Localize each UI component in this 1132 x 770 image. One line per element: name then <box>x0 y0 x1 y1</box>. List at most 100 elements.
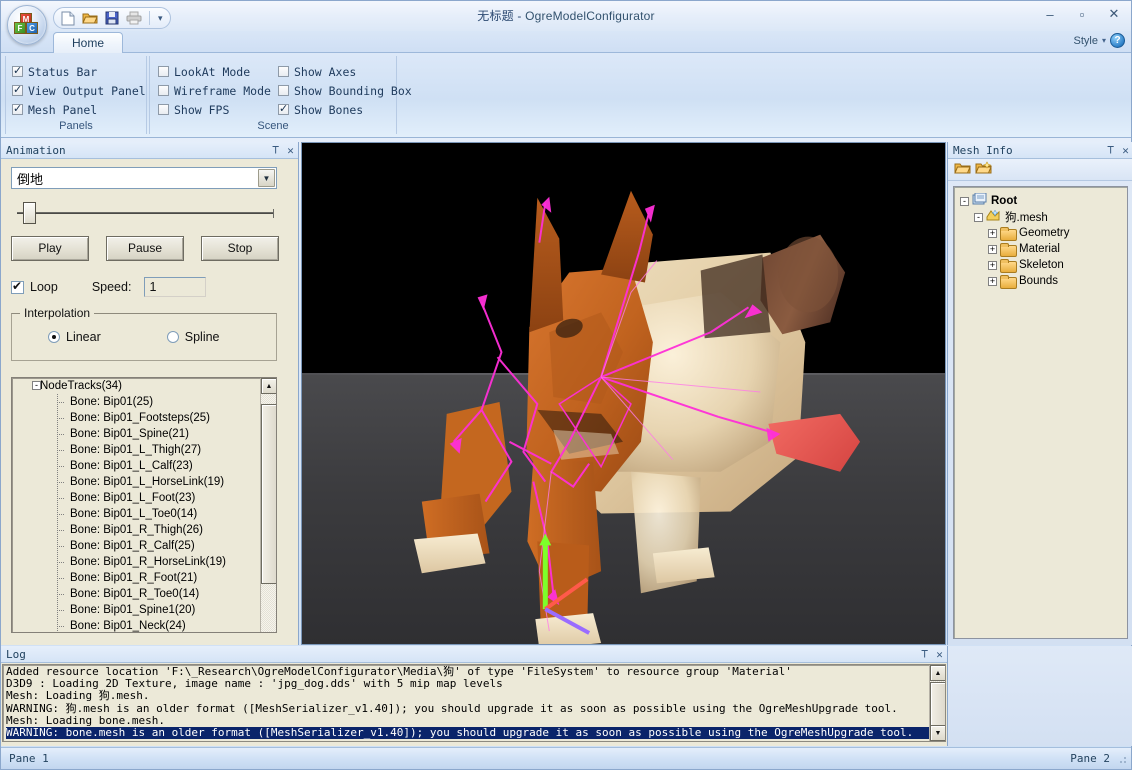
minimize-button[interactable]: – <box>1039 5 1061 23</box>
style-label[interactable]: Style <box>1074 35 1098 47</box>
radio-linear[interactable]: Linear <box>48 330 101 344</box>
expander-icon[interactable]: - <box>32 381 41 390</box>
radio-spline[interactable]: Spline <box>166 330 220 344</box>
checkbox-show-bones-label: Show Bones <box>294 102 364 117</box>
tree-root-nodetracks[interactable]: - NodeTracks(34) <box>12 378 260 394</box>
mesh-tree-item[interactable]: + Bounds <box>956 273 1127 289</box>
tree-item-bone[interactable]: Bone: Bip01_Footsteps(25) <box>12 410 260 426</box>
close-icon[interactable]: ✕ <box>1118 144 1132 157</box>
new-folder-icon[interactable] <box>975 161 992 178</box>
resize-grip-icon[interactable] <box>1116 752 1128 765</box>
new-document-icon[interactable] <box>58 9 78 27</box>
log-lines-container: Added resource location 'F:\_Research\Og… <box>3 665 929 741</box>
pin-icon[interactable] <box>917 647 932 661</box>
tree-item-bone[interactable]: Bone: Bip01_L_Calf(23) <box>12 458 260 474</box>
tree-item-bone[interactable]: Bone: Bip01_Spine(21) <box>12 426 260 442</box>
checkbox-wireframe-mode[interactable]: Wireframe Mode <box>158 81 271 100</box>
mesh-tree-item[interactable]: + Material <box>956 241 1127 257</box>
scroll-thumb[interactable] <box>261 404 276 584</box>
application-menu-button[interactable]: M F C <box>7 5 47 45</box>
tab-home[interactable]: Home <box>53 32 124 53</box>
expander-icon[interactable]: + <box>988 260 997 270</box>
close-button[interactable]: ✕ <box>1103 5 1125 23</box>
checkbox-mesh-panel-box[interactable] <box>12 102 23 115</box>
checkbox-show-bounding-box-box[interactable] <box>278 85 289 96</box>
log-scrollbar[interactable]: ▲ ▼ <box>929 665 945 741</box>
tree-item-bone[interactable]: Bone: Bip01_R_Foot(21) <box>12 570 260 586</box>
checkbox-view-output-panel[interactable]: View Output Panel <box>12 81 146 100</box>
checkbox-show-axes-box[interactable] <box>278 66 289 77</box>
tree-item-bone[interactable]: Bone: Bip01_R_HorseLink(19) <box>12 554 260 570</box>
radio-spline-dot[interactable] <box>166 331 179 343</box>
pause-button[interactable]: Pause <box>106 236 184 261</box>
speed-input[interactable]: 1 <box>144 277 207 297</box>
tree-item-bone[interactable]: Bone: Bip01_L_Foot(23) <box>12 490 260 506</box>
slider-thumb[interactable] <box>23 202 36 224</box>
log-line[interactable]: WARNING: 狗.mesh is an older format ([Mes… <box>6 702 929 715</box>
3d-render-viewport[interactable] <box>301 142 946 645</box>
checkbox-status-bar-box[interactable] <box>12 64 23 77</box>
log-line-selected[interactable]: WARNING: bone.mesh is an older format ([… <box>6 726 929 740</box>
open-folder-icon[interactable] <box>954 161 971 178</box>
qat-overflow-button[interactable]: ▾ <box>155 13 166 24</box>
tree-item-bone[interactable]: Bone: Bip01(25) <box>12 394 260 410</box>
checkbox-show-bones-box[interactable] <box>278 102 289 115</box>
tree-item-bone[interactable]: Bone: Bip01_R_Toe0(14) <box>12 586 260 602</box>
animation-time-slider[interactable] <box>11 202 277 224</box>
tree-item-bone[interactable]: Bone: Bip01_R_Calf(25) <box>12 538 260 554</box>
mesh-tree-item[interactable]: - 狗.mesh <box>956 209 1127 225</box>
expander-icon[interactable]: + <box>988 228 997 238</box>
maximize-button[interactable]: ▫ <box>1071 5 1093 23</box>
expander-icon[interactable]: - <box>974 212 983 222</box>
pin-icon[interactable] <box>268 143 283 157</box>
radio-linear-dot[interactable] <box>48 331 60 343</box>
node-tracks-tree[interactable]: - NodeTracks(34) Bone: Bip01(25) Bone: Bi… <box>11 377 277 633</box>
checkbox-lookat-mode[interactable]: LookAt Mode <box>158 62 271 81</box>
tree-scrollbar[interactable]: ▲ <box>260 378 276 632</box>
scroll-up-button[interactable]: ▲ <box>261 378 276 394</box>
checkbox-show-bounding-box[interactable]: Show Bounding Box <box>278 81 412 100</box>
tree-item-bone[interactable]: Bone: Bip01_L_HorseLink(19) <box>12 474 260 490</box>
mesh-tree-item[interactable]: + Skeleton <box>956 257 1127 273</box>
log-line[interactable]: Mesh: Loading 狗.mesh. <box>6 690 929 702</box>
expander-icon[interactable]: - <box>960 196 969 206</box>
log-scroll-up-button[interactable]: ▲ <box>930 665 945 681</box>
tree-item-bone[interactable]: Bone: Bip01_Neck(24) <box>12 618 260 632</box>
save-disk-icon[interactable] <box>102 9 122 27</box>
help-icon[interactable]: ? <box>1110 33 1125 48</box>
chevron-down-icon[interactable]: ▾ <box>1102 36 1106 45</box>
animation-select[interactable]: 倒地 ▼ <box>11 167 277 189</box>
mesh-tree-item[interactable]: - Root <box>956 192 1127 209</box>
tree-item-bone[interactable]: Bone: Bip01_Spine1(20) <box>12 602 260 618</box>
expander-icon[interactable]: + <box>988 244 997 254</box>
mesh-tree-item[interactable]: + Geometry <box>956 225 1127 241</box>
checkbox-view-output-panel-box[interactable] <box>12 83 23 96</box>
checkbox-show-fps-box[interactable] <box>158 104 169 115</box>
log-scroll-down-button[interactable]: ▼ <box>930 725 945 741</box>
tree-item-bone[interactable]: Bone: Bip01_L_Toe0(14) <box>12 506 260 522</box>
chevron-down-icon[interactable]: ▼ <box>258 169 275 187</box>
checkbox-wireframe-mode-box[interactable] <box>158 85 169 96</box>
log-output-area[interactable]: Added resource location 'F:\_Research\Og… <box>2 664 946 742</box>
close-icon[interactable]: ✕ <box>932 648 947 661</box>
close-icon[interactable]: ✕ <box>283 144 298 157</box>
mesh-info-tree[interactable]: - Root - 狗.mesh + Geometry + Material + Skeleton +… <box>953 186 1128 639</box>
checkbox-status-bar[interactable]: Status Bar <box>12 62 146 81</box>
play-button[interactable]: Play <box>11 236 89 261</box>
log-panel-title-bar: Log ✕ <box>1 646 947 663</box>
checkbox-lookat-mode-box[interactable] <box>158 66 169 77</box>
checkbox-show-bones[interactable]: Show Bones <box>278 100 412 119</box>
checkbox-show-axes[interactable]: Show Axes <box>278 62 412 81</box>
loop-speed-row: Loop Speed: 1 <box>11 277 288 297</box>
status-pane-2: Pane 2 <box>1070 752 1110 765</box>
loop-checkbox[interactable] <box>11 279 24 294</box>
tree-item-bone[interactable]: Bone: Bip01_L_Thigh(27) <box>12 442 260 458</box>
stop-button[interactable]: Stop <box>201 236 279 261</box>
expander-icon[interactable]: + <box>988 276 997 286</box>
tree-item-bone[interactable]: Bone: Bip01_R_Thigh(26) <box>12 522 260 538</box>
log-scroll-thumb[interactable] <box>930 682 945 726</box>
checkbox-show-fps[interactable]: Show FPS <box>158 100 271 119</box>
pin-icon[interactable] <box>1103 143 1118 157</box>
open-folder-icon[interactable] <box>80 9 100 27</box>
checkbox-mesh-panel[interactable]: Mesh Panel <box>12 100 146 119</box>
